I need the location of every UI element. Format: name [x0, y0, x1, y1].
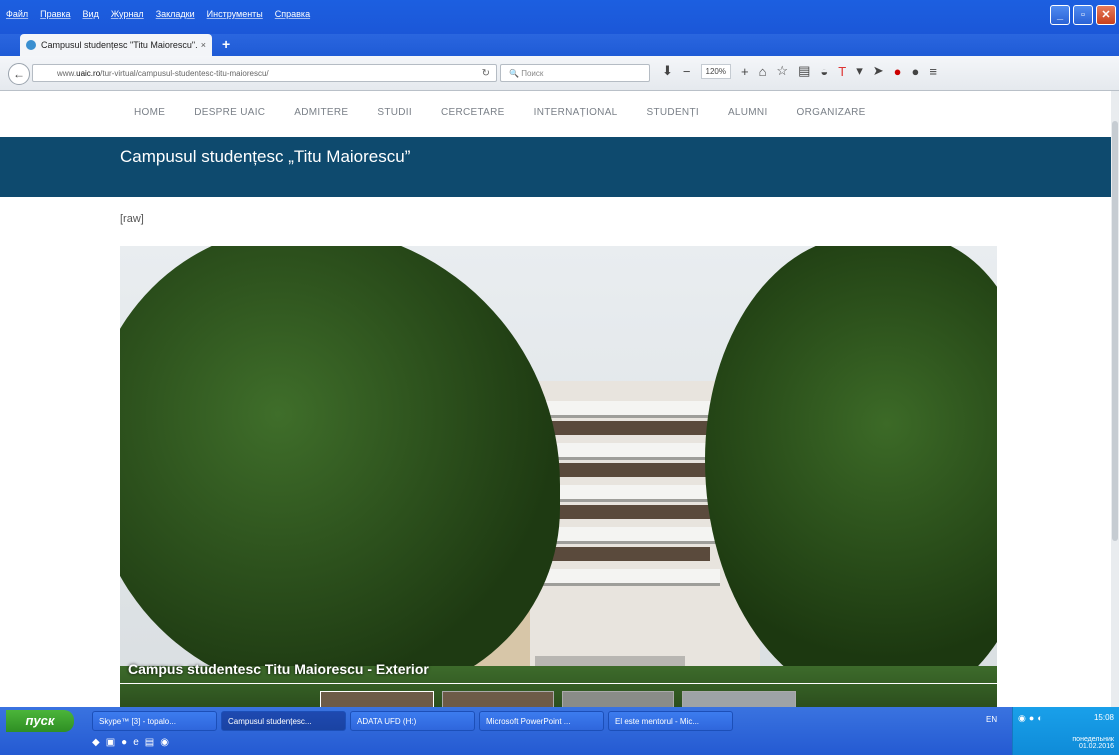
new-tab-button[interactable]: +	[222, 36, 230, 52]
browser-tab[interactable]: Campusul studențesc "Titu Maiorescu"... …	[20, 34, 212, 56]
back-button[interactable]: ←	[8, 63, 30, 85]
window-row	[540, 505, 710, 519]
window-row	[540, 421, 710, 435]
nav-studii[interactable]: STUDII	[377, 107, 412, 118]
tray-icons: ◉ ● ◐	[1018, 713, 1043, 724]
window-controls: _ ▫ ✕	[1050, 5, 1116, 25]
translate-icon[interactable]: T	[838, 64, 846, 79]
zoom-level[interactable]: 120%	[700, 63, 731, 79]
tray-icon[interactable]: ◉	[1018, 713, 1026, 724]
nav-alumni[interactable]: ALUMNI	[728, 107, 768, 118]
task-adata[interactable]: ADATA UFD (H:)	[350, 711, 475, 731]
close-window-button[interactable]: ✕	[1096, 5, 1116, 25]
quick-launch: ◆ ▣ ● e ▤ ◉	[92, 737, 169, 748]
panorama-viewer[interactable]: Campus studentesc Titu Maiorescu - Exter…	[120, 246, 997, 707]
task-buttons: Skype™ [3] - topalo... Campusul studențe…	[92, 711, 733, 731]
thumbnail[interactable]	[562, 691, 674, 707]
task-firefox[interactable]: Campusul studențesc...	[221, 711, 346, 731]
tab-title: Campusul studențesc "Titu Maiorescu"...	[41, 40, 197, 50]
window-row	[540, 463, 710, 477]
quicklaunch-icon[interactable]: ◆	[92, 737, 100, 748]
nav-despre[interactable]: DESPRE UAIC	[194, 107, 265, 118]
menu-bookmarks[interactable]: Закладки	[156, 9, 195, 19]
floor	[530, 569, 720, 586]
page-title: Campusul studențesc „Titu Maiorescu”	[120, 147, 411, 166]
bookmark-star-icon[interactable]: ☆	[776, 63, 788, 79]
menu-hamburger-icon[interactable]: ≡	[929, 64, 937, 79]
thumbnail[interactable]	[682, 691, 796, 707]
search-input[interactable]: 🔍 Поиск	[500, 64, 650, 82]
clock-date: 01.02.2016	[1078, 743, 1114, 750]
reload-icon[interactable]: ↻	[482, 65, 490, 83]
adblock-icon[interactable]: ●	[894, 64, 902, 79]
zoom-out-button[interactable]: −	[683, 64, 691, 79]
minimize-button[interactable]: _	[1050, 5, 1070, 25]
panorama-caption: Campus studentesc Titu Maiorescu - Exter…	[128, 661, 429, 677]
menu-history[interactable]: Журнал	[111, 9, 144, 19]
task-word[interactable]: El este mentorul - Mic...	[608, 711, 733, 731]
thumbnail-strip	[120, 691, 997, 707]
nav-international[interactable]: INTERNAȚIONAL	[534, 107, 618, 118]
start-button[interactable]: пуск	[6, 710, 74, 732]
url-prefix: www.	[57, 69, 77, 78]
web-page: HOME DESPRE UAIC ADMITERE STUDII CERCETA…	[0, 91, 1111, 707]
download-icon[interactable]: ⬇	[662, 63, 673, 79]
menu-bar: Файл Правка Вид Журнал Закладки Инструме…	[0, 0, 1119, 34]
nav-cercetare[interactable]: CERCETARE	[441, 107, 505, 118]
nav-studenti[interactable]: STUDENȚI	[647, 107, 699, 118]
thumbnail[interactable]	[320, 691, 434, 707]
home-icon[interactable]: ⌂	[759, 64, 767, 79]
addon-icon[interactable]: ▾	[856, 63, 863, 79]
tray-icon[interactable]: ◐	[1037, 713, 1042, 724]
floor	[530, 401, 720, 418]
send-icon[interactable]: ➤	[873, 63, 884, 79]
tray-icon[interactable]: ●	[1029, 713, 1034, 724]
task-powerpoint[interactable]: Microsoft PowerPoint ...	[479, 711, 604, 731]
zoom-in-button[interactable]: +	[741, 64, 749, 79]
page-banner: Campusul studențesc „Titu Maiorescu”	[0, 137, 1111, 197]
menu-file[interactable]: Файл	[6, 9, 28, 19]
thumbnail[interactable]	[442, 691, 554, 707]
quicklaunch-icon[interactable]: ▣	[106, 737, 115, 748]
nav-home[interactable]: HOME	[134, 107, 165, 118]
menu-edit[interactable]: Правка	[40, 9, 70, 19]
clock-time: 15:08	[1093, 713, 1114, 722]
menu-help[interactable]: Справка	[275, 9, 310, 19]
clock-day: понедельник	[1072, 736, 1114, 743]
clock[interactable]: 15:08 понедельник 01.02.2016	[1068, 713, 1114, 750]
caption-divider	[120, 683, 997, 684]
pocket-icon[interactable]: ◒	[820, 64, 828, 79]
quicklaunch-icon[interactable]: ▤	[145, 737, 154, 748]
site-navigation: HOME DESPRE UAIC ADMITERE STUDII CERCETA…	[0, 91, 1111, 137]
tab-close-icon[interactable]: ×	[201, 40, 206, 50]
maximize-button[interactable]: ▫	[1073, 5, 1093, 25]
quicklaunch-icon[interactable]: ◉	[160, 737, 169, 748]
url-path: /tur-virtual/campusul-studentesc-titu-ma…	[100, 69, 269, 78]
vertical-scrollbar[interactable]	[1111, 91, 1119, 707]
chat-icon[interactable]: ●	[911, 64, 919, 79]
quicklaunch-icon[interactable]: e	[133, 737, 139, 748]
toolbar-icons: ⬇ − 120% + ⌂ ☆ ▤ ◒ T ▾ ➤ ● ● ≡	[662, 63, 937, 79]
task-skype[interactable]: Skype™ [3] - topalo...	[92, 711, 217, 731]
bookmarks-list-icon[interactable]: ▤	[798, 63, 810, 79]
menu-tools[interactable]: Инструменты	[207, 9, 263, 19]
windows-taskbar: пуск Skype™ [3] - topalo... Campusul stu…	[0, 707, 1119, 755]
window-row	[540, 547, 710, 561]
menu-view[interactable]: Вид	[83, 9, 99, 19]
quicklaunch-icon[interactable]: ●	[121, 737, 127, 748]
tree-left	[120, 246, 560, 696]
url-bar[interactable]: www.uaic.ro/tur-virtual/campusul-student…	[32, 64, 497, 82]
language-indicator[interactable]: EN	[986, 715, 997, 724]
nav-admitere[interactable]: ADMITERE	[294, 107, 348, 118]
menu-items: Файл Правка Вид Журнал Закладки Инструме…	[6, 9, 310, 19]
scrollbar-thumb[interactable]	[1112, 121, 1118, 541]
favicon-icon	[26, 40, 36, 50]
browser-window: Файл Правка Вид Журнал Закладки Инструме…	[0, 0, 1119, 755]
url-host: uaic.ro	[76, 69, 101, 78]
raw-text: [raw]	[120, 213, 144, 225]
search-placeholder: Поиск	[521, 69, 544, 78]
nav-organizare[interactable]: ORGANIZARE	[797, 107, 866, 118]
navigation-toolbar: ← www.uaic.ro/tur-virtual/campusul-stude…	[0, 56, 1119, 91]
